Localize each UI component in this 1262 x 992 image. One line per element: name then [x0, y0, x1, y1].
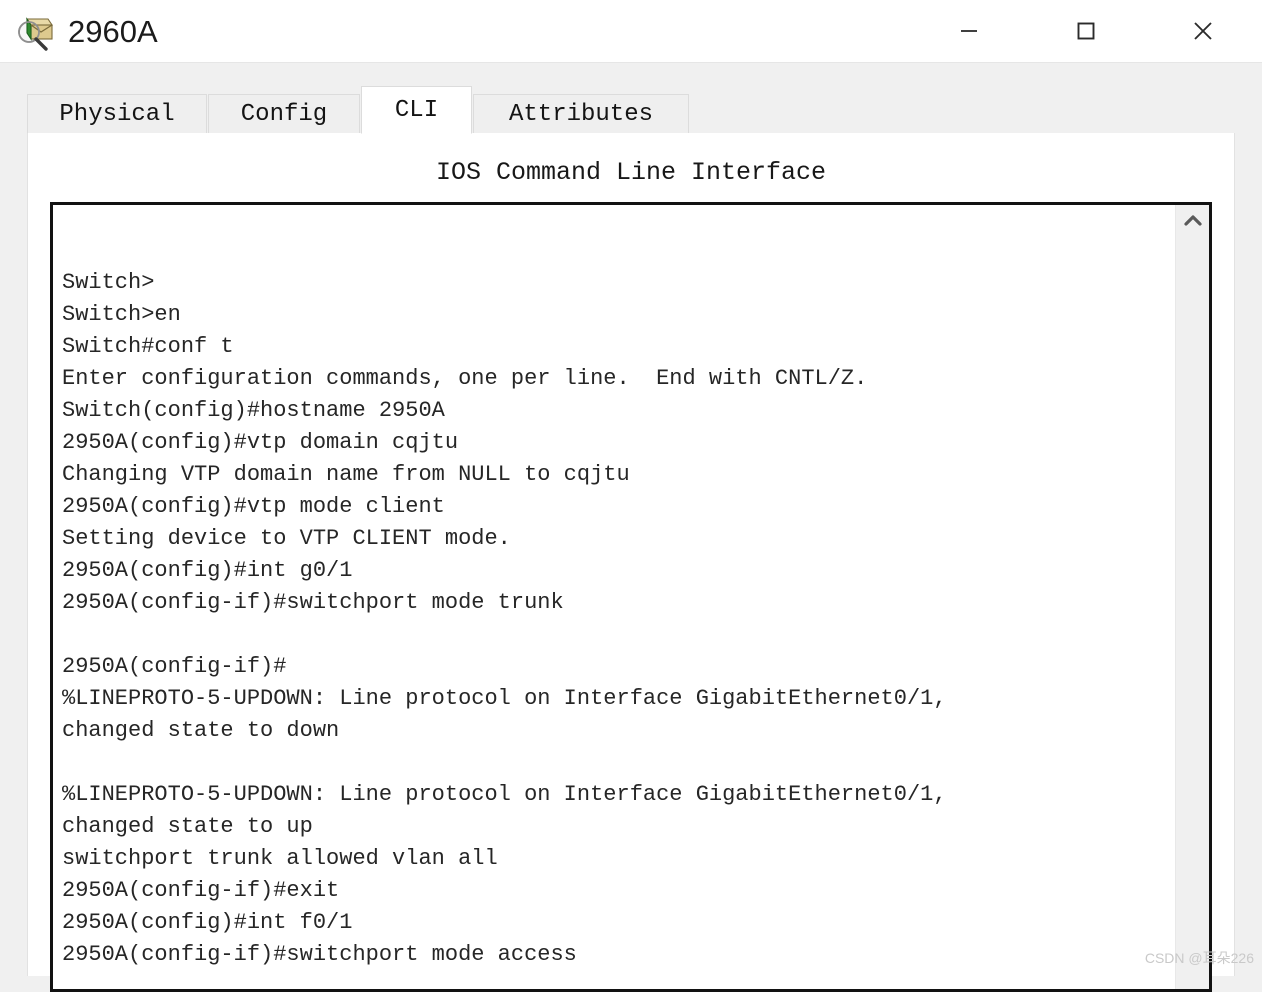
page-title: IOS Command Line Interface: [435, 158, 827, 187]
maximize-icon: [1073, 18, 1099, 44]
terminal-scrollbar[interactable]: [1175, 205, 1209, 989]
tab-physical[interactable]: Physical: [27, 94, 207, 134]
window-titlebar: 2960A: [0, 0, 1262, 63]
maximize-button[interactable]: [1047, 0, 1125, 62]
minimize-icon: [956, 18, 982, 44]
window-title: 2960A: [68, 13, 158, 49]
close-icon: [1189, 17, 1217, 45]
device-window: 2960A Physical Config CLI Attributes IOS…: [0, 0, 1262, 992]
titlebar-left-group: 2960A: [14, 0, 158, 62]
chevron-up-icon: [1182, 212, 1204, 233]
cli-terminal-output: Switch> Switch>en Switch#conf t Enter co…: [62, 270, 947, 967]
minimize-button[interactable]: [930, 0, 1008, 62]
tab-config[interactable]: Config: [208, 94, 360, 134]
close-button[interactable]: [1164, 0, 1242, 62]
watermark: CSDN @耳朵226: [1144, 950, 1254, 966]
tab-bar: Physical Config CLI Attributes: [27, 86, 1235, 134]
cli-terminal[interactable]: Switch> Switch>en Switch#conf t Enter co…: [50, 202, 1212, 992]
tab-cli[interactable]: CLI: [361, 86, 472, 134]
cli-tab-panel: IOS Command Line Interface Switch> Switc…: [27, 133, 1235, 992]
packet-inspect-icon: [14, 10, 56, 52]
tab-attributes[interactable]: Attributes: [473, 94, 689, 134]
scroll-up-button[interactable]: [1176, 205, 1209, 239]
